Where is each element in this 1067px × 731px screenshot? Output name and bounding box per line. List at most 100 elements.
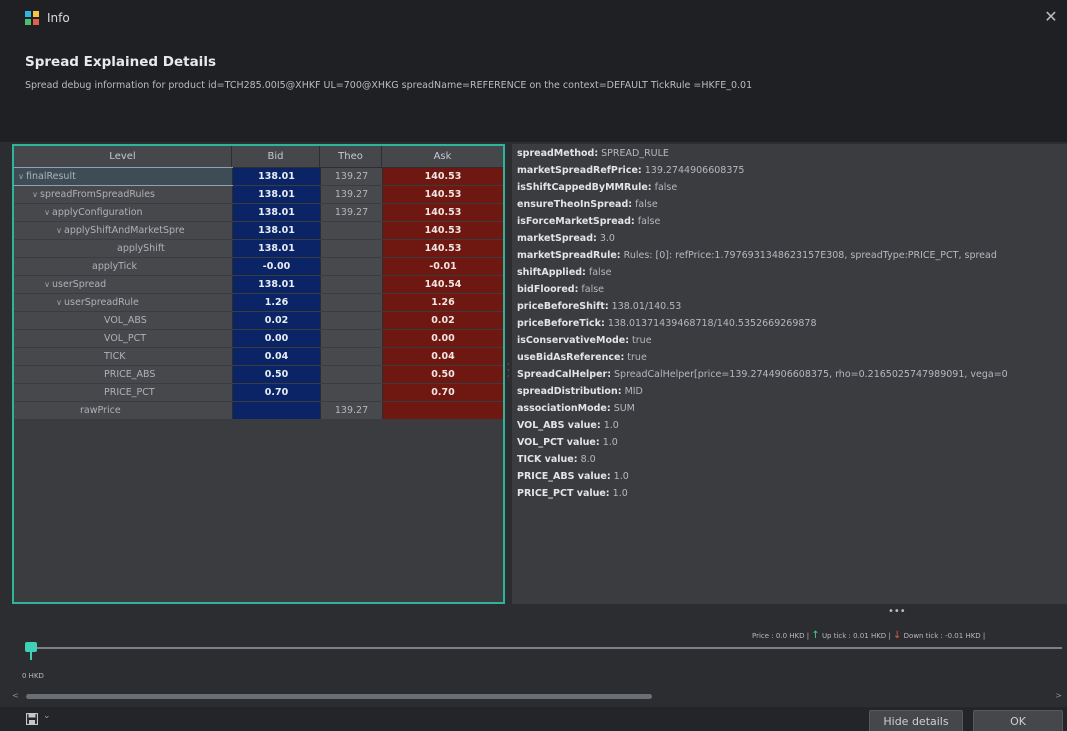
horizontal-scrollbar[interactable]: < > bbox=[12, 691, 1062, 701]
detail-row: shiftApplied: false bbox=[517, 265, 612, 281]
tick-legend: Price : 0.0 HKD | ↑ Up tick : 0.01 HKD |… bbox=[752, 630, 985, 641]
table-row[interactable]: PRICE_ABS 0.50 0.50 bbox=[14, 366, 503, 383]
table-row[interactable]: applyShift 138.01 140.53 bbox=[14, 240, 503, 257]
detail-value: 138.01371439468718/140.5352669269878 bbox=[607, 318, 817, 329]
bid-cell: 1.26 bbox=[232, 294, 320, 311]
detail-row: marketSpreadRule: Rules: [0]: refPrice:1… bbox=[517, 248, 997, 264]
chevron-left-icon[interactable]: < bbox=[12, 691, 19, 700]
ask-cell: 0.02 bbox=[382, 312, 503, 329]
splitter-handle[interactable]: · · · bbox=[507, 361, 511, 386]
detail-key: SpreadCalHelper: bbox=[517, 369, 611, 380]
table-row[interactable]: applyTick -0.00 -0.01 bbox=[14, 258, 503, 275]
table-row[interactable]: ∨ applyShiftAndMarketSpre 138.01 140.53 bbox=[14, 222, 503, 239]
ask-cell: 1.26 bbox=[382, 294, 503, 311]
theo-cell: 139.27 bbox=[320, 186, 382, 203]
detail-row: PRICE_ABS value: 1.0 bbox=[517, 469, 629, 485]
table-row[interactable]: VOL_PCT 0.00 0.00 bbox=[14, 330, 503, 347]
bid-cell: 0.70 bbox=[232, 384, 320, 401]
chevron-down-icon[interactable]: ∨ bbox=[42, 204, 52, 221]
theo-cell bbox=[320, 258, 382, 275]
table-row[interactable]: ∨ userSpreadRule 1.26 1.26 bbox=[14, 294, 503, 311]
hide-details-button[interactable]: Hide details bbox=[869, 710, 963, 731]
theo-cell: 139.27 bbox=[320, 204, 382, 221]
table-row[interactable]: rawPrice 139.27 bbox=[14, 402, 503, 419]
scrollbar-thumb[interactable] bbox=[26, 694, 652, 699]
row-level: applyTick bbox=[14, 258, 232, 275]
detail-row: marketSpreadRefPrice: 139.2744906608375 bbox=[517, 163, 744, 179]
ask-cell: 140.53 bbox=[382, 186, 503, 203]
ask-cell: 0.04 bbox=[382, 348, 503, 365]
detail-row: spreadDistribution: MID bbox=[517, 384, 643, 400]
price-slider-thumb[interactable] bbox=[25, 642, 37, 652]
more-icon[interactable]: ••• bbox=[888, 606, 906, 617]
chevron-down-icon[interactable]: ∨ bbox=[54, 294, 64, 311]
theo-cell bbox=[320, 384, 382, 401]
bid-cell: 0.50 bbox=[232, 366, 320, 383]
chevron-down-icon[interactable]: ⌄ bbox=[43, 711, 51, 721]
price-slider-track[interactable] bbox=[27, 647, 1062, 649]
detail-row: VOL_PCT value: 1.0 bbox=[517, 435, 618, 451]
window-title: Info bbox=[47, 11, 70, 25]
dialog-header: Spread Explained Details Spread debug in… bbox=[0, 46, 1067, 142]
bid-cell: 138.01 bbox=[232, 222, 320, 239]
detail-key: marketSpreadRule: bbox=[517, 250, 621, 261]
detail-row: isShiftCappedByMMRule: false bbox=[517, 180, 677, 196]
detail-value: SPREAD_RULE bbox=[601, 148, 669, 159]
detail-row: isForceMarketSpread: false bbox=[517, 214, 660, 230]
detail-value: false bbox=[588, 267, 612, 278]
detail-value: 8.0 bbox=[580, 454, 596, 465]
theo-cell bbox=[320, 366, 382, 383]
row-level: spreadFromSpreadRules bbox=[40, 189, 155, 200]
detail-key: isShiftCappedByMMRule: bbox=[517, 182, 652, 193]
table-row[interactable]: ∨ spreadFromSpreadRules 138.01 139.27 140… bbox=[14, 186, 503, 203]
table-row[interactable]: ∨ applyConfiguration 138.01 139.27 140.53 bbox=[14, 204, 503, 221]
row-level: applyConfiguration bbox=[52, 207, 143, 218]
detail-key: TICK value: bbox=[517, 454, 578, 465]
detail-key: isConservativeMode: bbox=[517, 335, 630, 346]
arrow-down-icon: ↓ bbox=[893, 630, 902, 641]
dialog-description: Spread debug information for product id=… bbox=[25, 80, 753, 91]
chevron-down-icon[interactable]: ∨ bbox=[54, 222, 64, 239]
table-row[interactable]: TICK 0.04 0.04 bbox=[14, 348, 503, 365]
detail-value: Rules: [0]: refPrice:1.7976931348623157E… bbox=[623, 250, 997, 261]
detail-row: bidFloored: false bbox=[517, 282, 604, 298]
ask-cell: 140.53 bbox=[382, 204, 503, 221]
bid-cell: 0.02 bbox=[232, 312, 320, 329]
ok-button[interactable]: OK bbox=[973, 710, 1063, 731]
detail-row: SpreadCalHelper: SpreadCalHelper[price=1… bbox=[517, 367, 1008, 383]
column-header-ask[interactable]: Ask bbox=[382, 146, 503, 168]
chevron-down-icon[interactable]: ∨ bbox=[42, 276, 52, 293]
bid-cell: 138.01 bbox=[232, 186, 320, 203]
detail-key: associationMode: bbox=[517, 403, 611, 414]
table-row[interactable]: VOL_ABS 0.02 0.02 bbox=[14, 312, 503, 329]
detail-key: ensureTheoInSpread: bbox=[517, 199, 633, 210]
table-row[interactable]: ∨ userSpread 138.01 140.54 bbox=[14, 276, 503, 293]
table-row[interactable]: PRICE_PCT 0.70 0.70 bbox=[14, 384, 503, 401]
detail-row: priceBeforeShift: 138.01/140.53 bbox=[517, 299, 681, 315]
table-row[interactable]: ∨ finalResult 138.01 139.27 140.53 bbox=[14, 167, 503, 186]
detail-key: VOL_PCT value: bbox=[517, 437, 600, 448]
theo-cell bbox=[320, 330, 382, 347]
chevron-down-icon[interactable]: ∨ bbox=[30, 186, 40, 203]
column-header-level[interactable]: Level bbox=[14, 146, 232, 168]
chevron-right-icon[interactable]: > bbox=[1055, 691, 1062, 700]
row-level: PRICE_ABS bbox=[14, 366, 232, 383]
detail-key: spreadDistribution: bbox=[517, 386, 622, 397]
row-level: rawPrice bbox=[14, 402, 232, 419]
spread-tree-table[interactable]: Level Bid Theo Ask ∨ finalResult 138.01 1… bbox=[12, 144, 505, 604]
detail-row: spreadMethod: SPREAD_RULE bbox=[517, 146, 669, 162]
bid-cell: 0.04 bbox=[232, 348, 320, 365]
detail-value: 138.01/140.53 bbox=[611, 301, 682, 312]
ask-cell: 0.70 bbox=[382, 384, 503, 401]
save-icon[interactable] bbox=[26, 713, 38, 725]
close-icon[interactable]: ✕ bbox=[1040, 6, 1062, 28]
theo-cell bbox=[320, 312, 382, 329]
detail-value: 1.0 bbox=[603, 420, 619, 431]
dialog-title: Spread Explained Details bbox=[25, 54, 216, 70]
detail-row: ensureTheoInSpread: false bbox=[517, 197, 658, 213]
detail-value: MID bbox=[624, 386, 643, 397]
column-header-bid[interactable]: Bid bbox=[232, 146, 320, 168]
detail-value: true bbox=[627, 352, 647, 363]
column-header-theo[interactable]: Theo bbox=[320, 146, 382, 168]
chevron-down-icon[interactable]: ∨ bbox=[16, 168, 26, 185]
